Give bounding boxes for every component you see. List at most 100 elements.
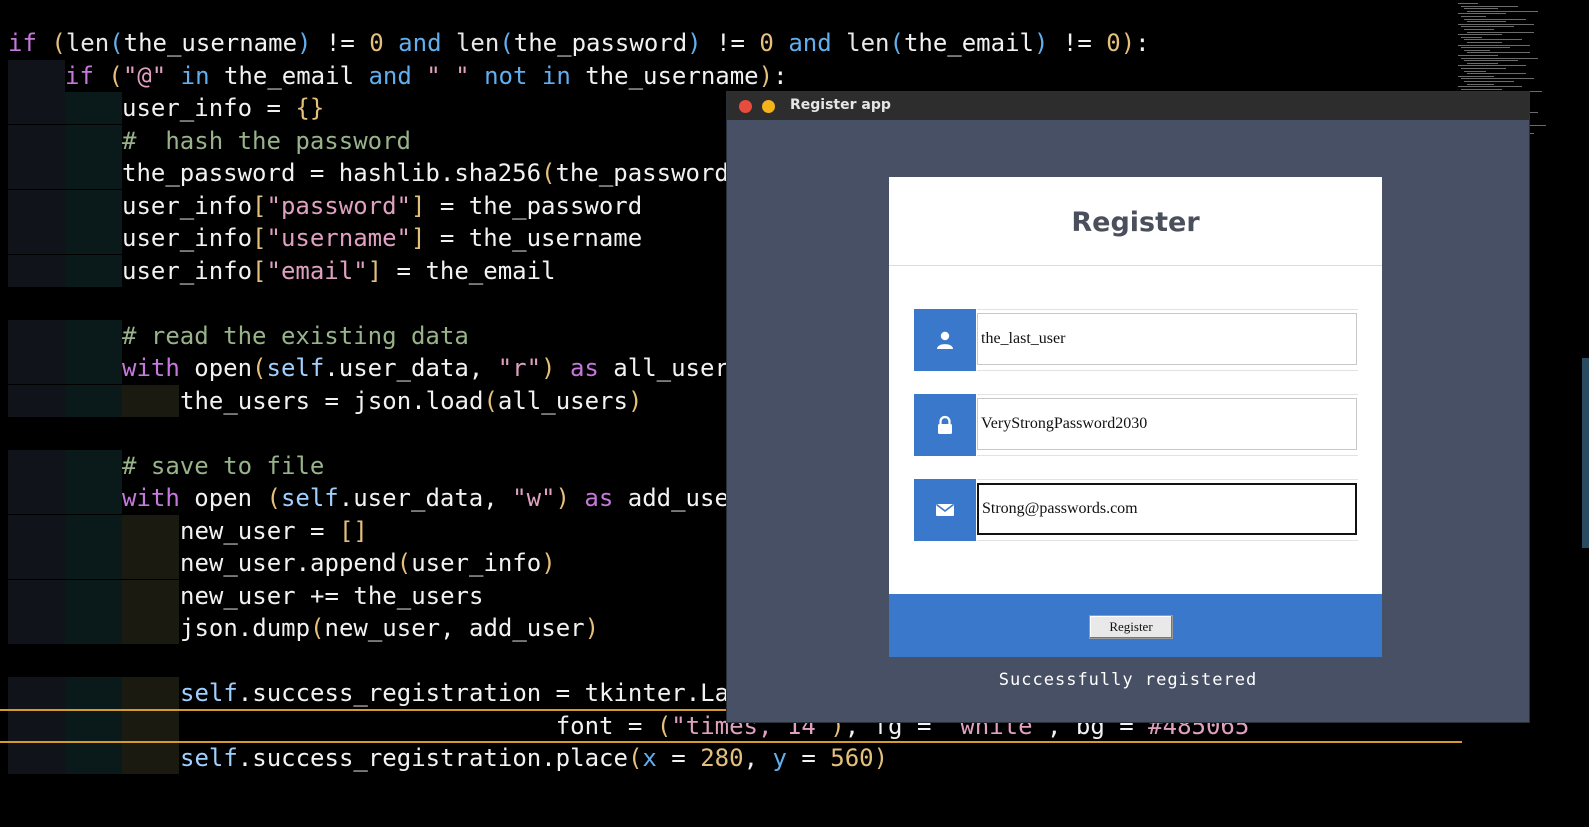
minimap-line — [1464, 49, 1490, 51]
code-token: font = — [555, 711, 657, 740]
indent-guide-block — [8, 547, 65, 579]
code-token: ] — [367, 256, 383, 285]
indent-guide-block — [122, 612, 179, 644]
code-token: ( — [499, 29, 514, 57]
code-token: x — [642, 744, 657, 772]
window-titlebar[interactable]: Register app — [727, 92, 1529, 120]
minimap-line — [1467, 52, 1530, 54]
code-token: " " — [426, 61, 470, 90]
code-text: json.dump(new_user, add_user) — [180, 612, 599, 644]
minimap-line — [1461, 57, 1538, 59]
code-token: "r" — [497, 354, 542, 382]
code-token: .success_registration.place — [237, 744, 628, 772]
minimap-line — [1467, 10, 1538, 12]
code-text: with open (self.user_data, "w") as add_u… — [122, 482, 729, 514]
code-token: : — [773, 61, 788, 90]
code-token: the_password = hashlib.sha256 — [122, 159, 542, 187]
password-input[interactable] — [977, 398, 1357, 450]
close-window-button[interactable] — [739, 100, 752, 113]
editor-scrollbar[interactable] — [1582, 358, 1589, 548]
code-token: json.dump — [180, 614, 311, 642]
indent-guide-block — [65, 449, 122, 482]
user-icon — [914, 309, 976, 371]
minimap-line — [1467, 62, 1498, 64]
code-token: new_user.append — [180, 549, 397, 577]
register-button[interactable]: Register — [1089, 615, 1173, 639]
code-token: [ — [252, 224, 267, 252]
code-text: user_info = {} — [122, 92, 324, 124]
code-token: user_info — [122, 224, 253, 252]
indent-guide-block — [65, 319, 122, 352]
code-token: self — [180, 679, 238, 707]
code-token: {} — [295, 94, 325, 122]
code-token: 0 — [1106, 29, 1121, 57]
minimap-line — [1467, 21, 1506, 23]
password-row — [914, 394, 1360, 456]
code-token: [ — [252, 191, 267, 220]
code-token: = the_password — [425, 191, 643, 220]
code-token: ( — [109, 29, 124, 57]
code-token: != — [311, 29, 370, 57]
code-token: if — [8, 29, 52, 57]
minimize-window-button[interactable] — [762, 100, 775, 113]
envelope-icon — [914, 479, 976, 541]
code-token: ( — [627, 744, 643, 772]
code-token: the_password — [513, 29, 688, 57]
indent-guide-block — [8, 709, 65, 742]
code-text: # hash the password — [122, 125, 411, 157]
code-text: user_info["username"] = the_username — [122, 222, 642, 254]
indent-guide-block — [8, 319, 65, 352]
indent-guide-block — [65, 352, 122, 384]
indent-guide-block — [8, 742, 65, 774]
minimap-line — [1467, 31, 1534, 33]
code-token: the_password — [555, 159, 729, 187]
form-title: Register — [889, 177, 1382, 266]
minimap-line — [1467, 42, 1502, 43]
indent-guide-block — [65, 677, 122, 709]
code-token: ( — [310, 614, 325, 642]
code-text: user_info["password"] = the_password — [122, 190, 642, 222]
code-text: new_user.append(user_info) — [180, 547, 556, 579]
code-text: user_info["email"] = the_email — [122, 255, 556, 287]
code-token: != — [701, 29, 760, 57]
code-text: the_password = hashlib.sha256(the_passwo… — [122, 157, 729, 189]
code-token: if — [65, 61, 109, 90]
code-token: open — [194, 484, 267, 512]
code-token: len — [455, 29, 500, 57]
code-token: "w" — [512, 484, 556, 512]
username-row — [914, 309, 1360, 371]
current-line-bottom-border — [0, 741, 1462, 743]
username-input[interactable] — [977, 313, 1357, 365]
indent-guide-block — [65, 124, 122, 157]
code-token: 560 — [830, 744, 874, 772]
form-footer: Register — [889, 594, 1382, 657]
code-token: with — [122, 484, 195, 512]
indent-guide-block — [65, 222, 122, 254]
lock-icon — [914, 394, 976, 456]
code-token: new_user = — [180, 516, 339, 545]
indent-guide-block — [8, 449, 65, 482]
indent-guide-block — [8, 677, 65, 709]
code-token: ( — [108, 61, 123, 90]
indent-guide-block — [8, 222, 65, 254]
code-token: new_user, add_user — [324, 614, 585, 642]
code-token: : — [1135, 29, 1150, 57]
indent-guide-block — [8, 157, 65, 189]
code-token: ( — [396, 549, 412, 577]
code-token: ( — [252, 354, 267, 382]
code-token: [ — [252, 256, 267, 285]
code-token: user_info — [411, 549, 542, 577]
code-token: != — [1048, 29, 1107, 57]
indent-guide-block — [122, 514, 179, 547]
code-token: as — [555, 354, 614, 382]
indent-guide-block — [122, 579, 179, 612]
indent-guide-block — [8, 482, 65, 514]
register-card: Register Register — [889, 177, 1382, 657]
code-token: and — [773, 29, 847, 57]
code-token: ) — [297, 29, 312, 57]
code-token: "@" — [122, 61, 167, 90]
minimap-line — [1464, 39, 1522, 41]
email-input[interactable] — [977, 483, 1357, 535]
code-token: user_info = — [122, 94, 296, 122]
indent-guide-block — [122, 677, 179, 709]
